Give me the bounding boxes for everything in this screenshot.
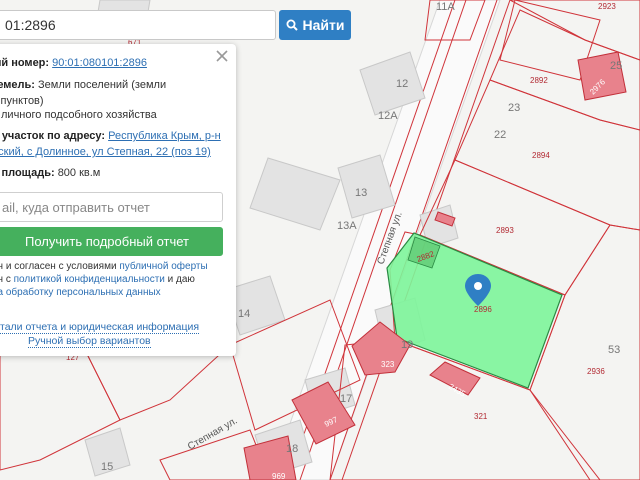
cadastral-number-row: ый номер: 90:01:080101:2896 [0,55,228,71]
address-row: й участок по адресу: Республика Крым, р-… [0,128,228,144]
cadastral-number-link[interactable]: 90:01:080101:2896 [52,57,147,69]
house-number: 12 [396,78,408,90]
search-icon [286,19,298,31]
house-number: 22 [494,129,506,141]
house-number: 19 [401,339,413,351]
house-number: 13А [337,220,357,232]
house-number: 12А [378,110,398,122]
offer-link[interactable]: публичной оферты [119,261,207,272]
address-link-2[interactable]: йский, с Долинное, ул Степная, 22 (поз 1… [0,146,211,158]
parcel-label: 2923 [598,2,616,11]
house-number: 17 [340,393,352,405]
privacy-policy-link[interactable]: политикой конфиденциальности [14,274,165,285]
house-number: 18 [286,443,298,455]
house-number: 13 [355,187,367,199]
find-button-label: Найти [302,17,345,33]
land-category-value: Земли поселений (земли [38,79,167,91]
terms-text: ен и согласен с условиями публичной офер… [0,260,224,299]
search-input[interactable]: 01:2896 [0,10,276,40]
parcel-label: 2892 [530,76,548,85]
parcel-label: 2896 [474,305,492,314]
personal-data-link[interactable]: на обработку персональных данных [0,287,161,298]
area-row: я площадь: 800 кв.м [0,165,228,181]
land-category-row: земель: Земли поселений (земли [0,77,228,93]
house-number: 15 [101,461,113,473]
terms-line-2-tail: и даю [164,274,195,285]
area-value: 800 кв.м [57,167,101,179]
parcel-label: 321 [474,412,488,421]
parcel-info-panel: ый номер: 90:01:080101:2896 земель: Земл… [0,44,236,356]
house-number: 25 [610,60,622,72]
report-details-link[interactable]: тали отчета и юридическая информация [0,321,200,334]
terms-line-1: ен и согласен с условиями [0,261,120,272]
house-number: 23 [508,102,520,114]
area-label: я площадь: [0,167,55,179]
get-report-button[interactable]: Получить подробный отчет [0,227,223,256]
parcel-label: 2894 [532,151,550,160]
parcel-label: 323 [381,360,395,369]
address-label: й участок по адресу: [0,130,106,142]
house-number: 11А [436,1,455,13]
parcel-label: 2936 [587,367,605,376]
land-category-label: земель: [0,79,35,91]
parcel-label: 2893 [496,226,514,235]
find-button[interactable]: Найти [279,10,351,40]
house-number: 14 [238,308,250,320]
parcel-label: 969 [272,472,286,480]
permitted-use-row: я личного подсобного хозяйства [0,109,157,121]
address-row-2: йский, с Долинное, ул Степная, 22 (поз 1… [0,144,228,160]
terms-line-2: ен с [0,274,11,285]
email-field[interactable]: ail, куда отправить отчет [0,192,223,222]
address-link[interactable]: Республика Крым, р-н [108,130,221,142]
cadastral-number-label: ый номер: [0,57,50,69]
manual-selection-link[interactable]: Ручной выбор вариантов [28,335,151,348]
house-number: 53 [608,344,620,356]
